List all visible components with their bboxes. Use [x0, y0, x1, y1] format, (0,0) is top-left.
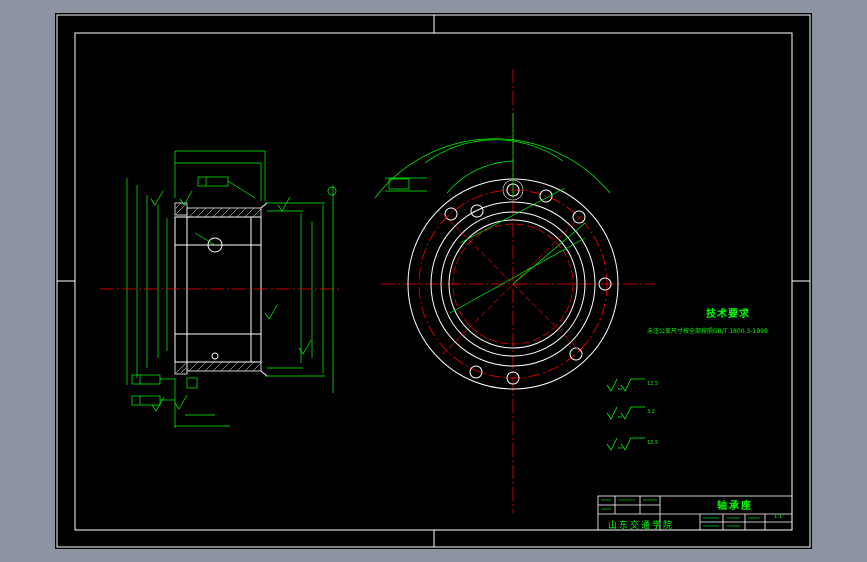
frame-center-marks: [57, 15, 810, 547]
drawing-scale: 1:1: [774, 514, 783, 520]
drawing-frame: [74, 32, 793, 531]
section-view: [100, 150, 340, 428]
cad-viewport[interactable]: 技术要求 未注公差尺寸按全部按照GB/T 1800.3-1998 12.5 3.…: [55, 13, 812, 549]
roughness-value-1: 12.5: [647, 381, 659, 387]
tech-requirements-title: 技术要求: [706, 309, 750, 320]
part-name: 轴承座: [717, 501, 753, 512]
tech-requirements-note: 未注公差尺寸按全部按照GB/T 1800.3-1998: [647, 328, 768, 335]
school-name: 山东交通学院: [608, 521, 675, 531]
roughness-value-2: 3.2: [647, 409, 655, 415]
drawing-canvas: [56, 14, 811, 548]
roughness-value-3: 12.5: [647, 440, 659, 446]
outer-border: [56, 14, 811, 548]
roughness-legend: [606, 378, 645, 451]
